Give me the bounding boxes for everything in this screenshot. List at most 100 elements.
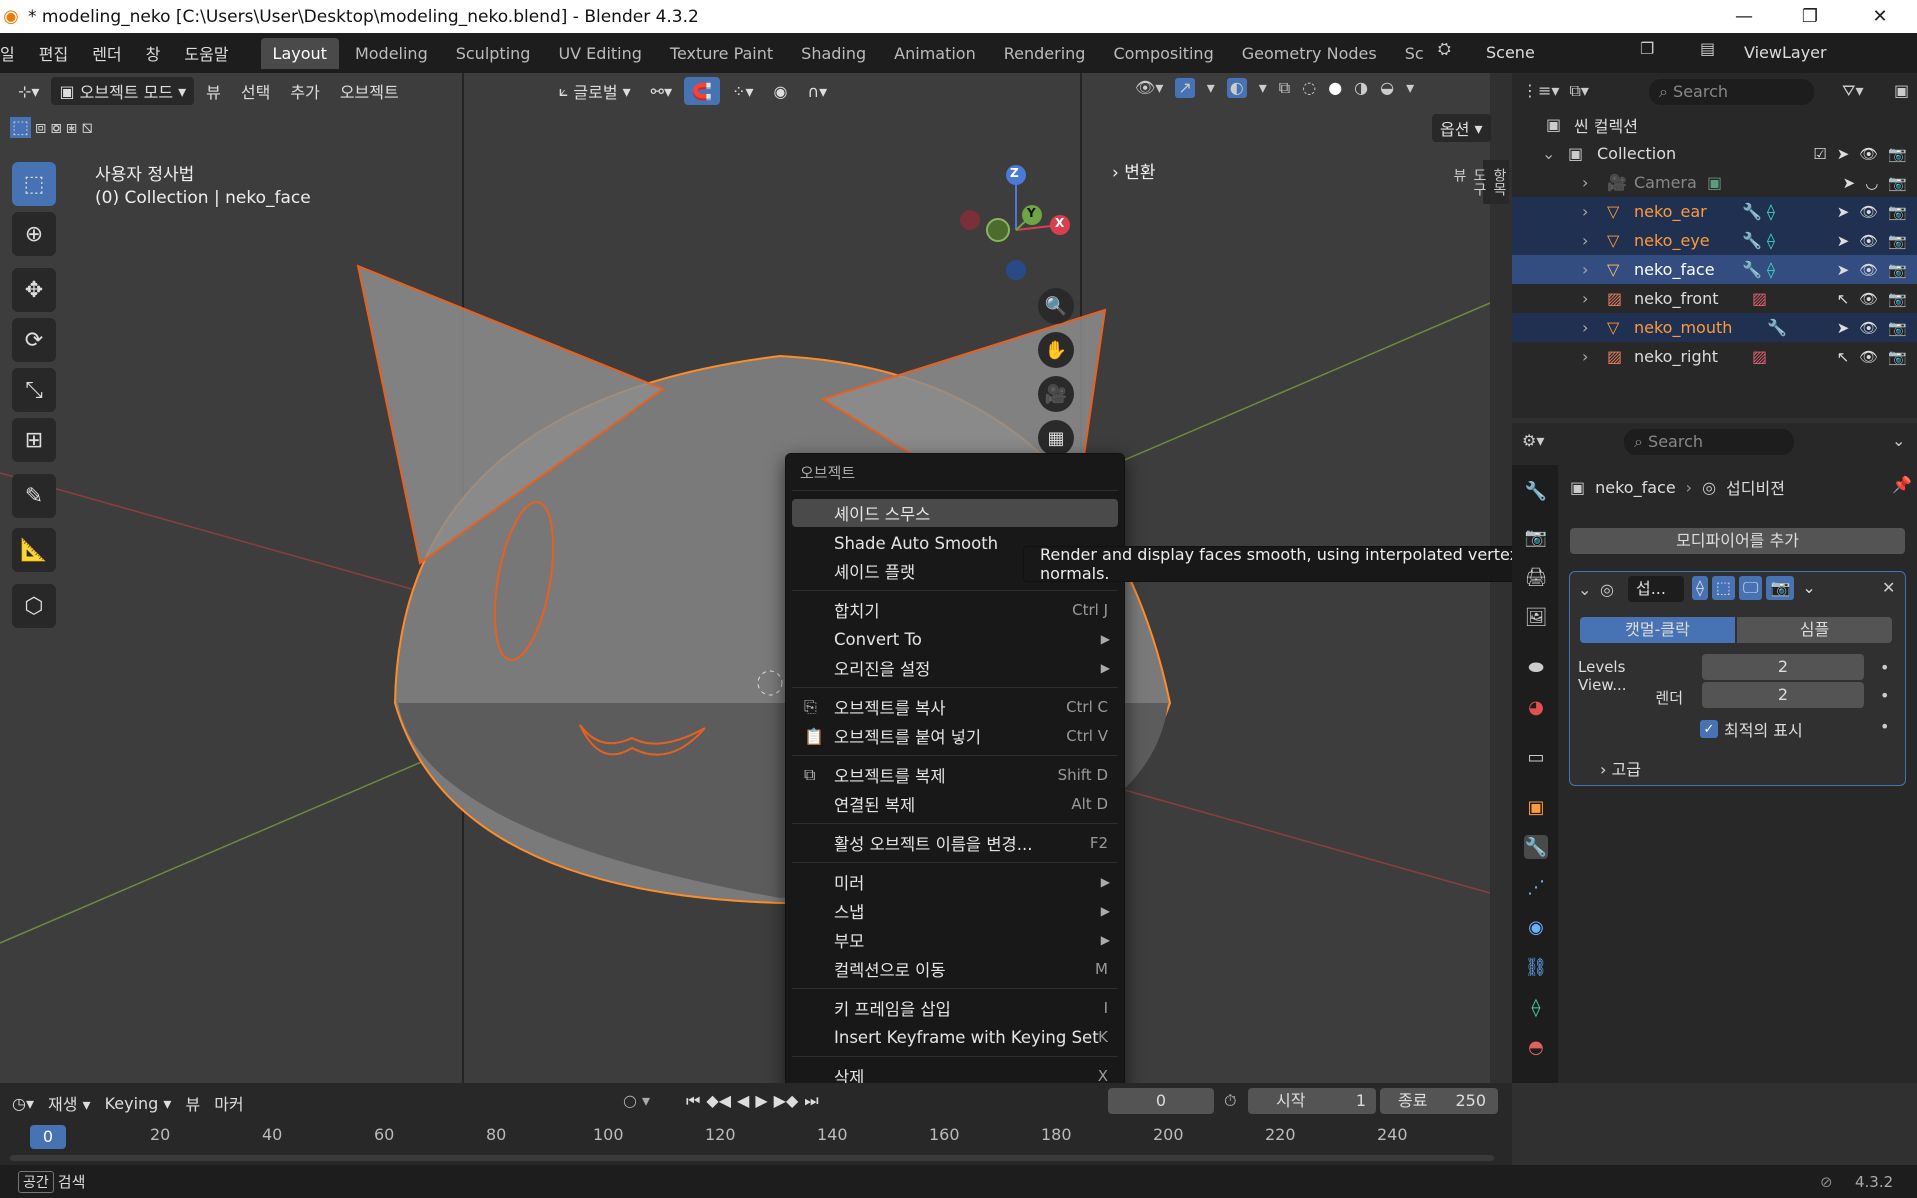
select-new-icon[interactable]: ⬚ xyxy=(10,117,32,138)
sidebar-tab-item[interactable]: 항목 xyxy=(1489,160,1509,204)
eye-icon[interactable]: 👁 xyxy=(1859,261,1878,279)
expand-arrow-icon[interactable]: › xyxy=(1582,289,1588,308)
scale-icon[interactable]: ⤡ xyxy=(12,368,56,412)
tab-rendering[interactable]: Rendering xyxy=(992,38,1098,69)
end-frame-field[interactable]: 종료 250 xyxy=(1380,1088,1498,1114)
expand-arrow-icon[interactable]: › xyxy=(1582,318,1588,337)
menu-select[interactable]: 선택 xyxy=(233,77,278,105)
display-mode-icon[interactable]: ⧉▾ xyxy=(1569,81,1588,101)
view-layer-selector[interactable]: ViewLayer xyxy=(1728,39,1858,67)
add-cube-icon[interactable]: ⬡ xyxy=(12,584,56,628)
expand-arrow-icon[interactable]: › xyxy=(1582,202,1588,221)
menu-help[interactable]: 도움말 xyxy=(172,41,240,65)
add-modifier-button[interactable]: 모디파이어를 추가 xyxy=(1570,528,1905,554)
selectable-icon[interactable]: ↖ xyxy=(1837,290,1850,308)
eye-icon[interactable]: 👁 xyxy=(1859,290,1878,308)
sidebar-tab-tool[interactable]: 도구 xyxy=(1469,160,1489,204)
minimize-button[interactable]: — xyxy=(1714,0,1774,33)
start-frame-field[interactable]: 시작 1 xyxy=(1248,1088,1376,1114)
eye-icon[interactable]: 👁 xyxy=(1859,203,1878,221)
outliner-search-input[interactable]: ⌕ Search xyxy=(1649,79,1814,105)
modifier-name-field[interactable]: 섭... xyxy=(1628,576,1684,602)
menu-edit[interactable]: 편집 xyxy=(27,41,80,65)
timeline-editor-type-icon[interactable]: ◷▾ xyxy=(12,1094,34,1113)
tab-compositing[interactable]: Compositing xyxy=(1101,38,1225,69)
visibility-icon[interactable]: 👁▾ xyxy=(1135,78,1163,98)
render-camera-icon[interactable]: 📷 xyxy=(1888,232,1907,250)
exclude-checkbox-icon[interactable]: ☑ xyxy=(1813,145,1826,163)
properties-editor-type-icon[interactable]: ⚙▾ xyxy=(1522,431,1544,450)
camera-view-icon[interactable]: 🎥 xyxy=(1038,376,1074,412)
tab-scripting[interactable]: Sc xyxy=(1393,38,1436,69)
selectable-icon[interactable]: ➤ xyxy=(1837,261,1850,279)
expand-arrow-icon[interactable]: › xyxy=(1582,231,1588,250)
keyframe-dot-icon[interactable]: • xyxy=(1880,658,1889,677)
keying-menu[interactable]: Keying ▾ xyxy=(105,1094,172,1113)
sidebar-tab-view[interactable]: 뷰 xyxy=(1449,160,1469,204)
select-intersect-icon[interactable]: ⧅ xyxy=(81,117,92,138)
snap-target-icon[interactable]: ⁘▾ xyxy=(724,77,761,105)
selectable-icon[interactable]: ➤ xyxy=(1837,319,1850,337)
menu-window[interactable]: 창 xyxy=(134,41,173,65)
physics-tab-icon[interactable]: ◉ xyxy=(1524,915,1548,939)
editor-type-icon[interactable]: ⊹▾ xyxy=(10,77,47,105)
prev-keyframe-icon[interactable]: ◆◀ xyxy=(706,1091,731,1111)
tool-tab-icon[interactable]: 🔧 xyxy=(1524,479,1548,503)
eye-icon[interactable]: 👁 xyxy=(1859,348,1878,366)
menu-render[interactable]: 렌더 xyxy=(80,41,133,65)
collection-tab-icon[interactable]: ▭ xyxy=(1524,745,1548,769)
eye-icon[interactable]: 👁 xyxy=(1859,319,1878,337)
shading-material-icon[interactable]: ◑ xyxy=(1354,78,1368,98)
tab-layout[interactable]: Layout xyxy=(260,37,339,69)
tab-animation[interactable]: Animation xyxy=(882,38,988,69)
playback-menu[interactable]: 재생 ▾ xyxy=(48,1091,91,1115)
menu-parent[interactable]: 부모 ▶ xyxy=(792,926,1118,954)
advanced-subpanel[interactable]: › 고급 xyxy=(1600,756,1641,780)
levels-viewport-field[interactable]: 2 xyxy=(1702,654,1864,680)
object-mode-select[interactable]: ▣ 오브젝트 모드 ▾ xyxy=(51,77,195,105)
navigation-gizmo[interactable]: Z Y X xyxy=(950,160,1070,290)
options-dropdown[interactable]: 옵션 ▾ xyxy=(1432,114,1491,142)
menu-join[interactable]: 합치기 Ctrl J xyxy=(792,596,1118,624)
snap-toggle-icon[interactable]: 🧲 xyxy=(684,77,721,105)
selectable-icon[interactable]: ↖ xyxy=(1837,348,1850,366)
world-tab-icon[interactable]: ◕ xyxy=(1524,695,1548,719)
properties-search-input[interactable]: ⌕ Search xyxy=(1624,429,1794,455)
transform-orientation-select[interactable]: ⟀ 글로벌 ▾ xyxy=(551,77,639,105)
gizmo-dropdown-icon[interactable]: ▾ xyxy=(1207,78,1215,98)
current-frame-field[interactable]: 0 xyxy=(1108,1088,1214,1114)
menu-mirror[interactable]: 미러 ▶ xyxy=(792,868,1118,896)
overlay-toggle-icon[interactable]: ◐ xyxy=(1226,78,1247,98)
object-tab-icon[interactable]: ▣ xyxy=(1524,795,1548,819)
outliner-item-neko-front[interactable]: › ▨ neko_front ▨ ↖ 👁 📷 xyxy=(1512,284,1917,313)
menu-move-to-collection[interactable]: 컬렉션으로 이동 M xyxy=(792,955,1118,983)
viewport-toggle-icon[interactable]: 🖵 xyxy=(1739,576,1763,600)
pan-hand-icon[interactable]: ✋ xyxy=(1038,332,1074,368)
zoom-icon[interactable]: 🔍 xyxy=(1038,288,1074,324)
expand-arrow-icon[interactable]: › xyxy=(1582,260,1588,279)
properties-dropdown-icon[interactable]: ⌄ xyxy=(1892,431,1905,450)
preview-range-icon[interactable]: ⏱ xyxy=(1224,1091,1236,1111)
tab-texture-paint[interactable]: Texture Paint xyxy=(658,38,785,69)
pivot-point-icon[interactable]: ⚯▾ xyxy=(643,77,680,105)
selectable-icon[interactable]: ➤ xyxy=(1837,203,1850,221)
menu-set-origin[interactable]: 오리진을 설정 ▶ xyxy=(792,654,1118,682)
timeline-view-menu[interactable]: 뷰 xyxy=(185,1091,200,1115)
modifier-tab-icon[interactable]: 🔧 xyxy=(1524,835,1548,859)
render-camera-icon[interactable]: 📷 xyxy=(1888,290,1907,308)
gizmo-toggle-icon[interactable]: ↗ xyxy=(1175,78,1195,98)
annotate-icon[interactable]: ✎ xyxy=(12,474,56,518)
outliner-item-neko-right[interactable]: › ▨ neko_right ▨ ↖ 👁 📷 xyxy=(1512,342,1917,371)
data-tab-icon[interactable]: ⟠ xyxy=(1524,995,1548,1019)
rotate-icon[interactable]: ⟳ xyxy=(12,318,56,362)
xray-toggle-icon[interactable]: ⧉ xyxy=(1279,78,1290,98)
render-camera-icon[interactable]: 📷 xyxy=(1888,203,1907,221)
particles-tab-icon[interactable]: ⋰ xyxy=(1524,875,1548,899)
eye-icon[interactable]: 👁 xyxy=(1859,232,1878,250)
menu-view[interactable]: 뷰 xyxy=(198,77,229,105)
collapse-arrow-icon[interactable]: ⌄ xyxy=(1542,144,1555,163)
selectable-icon[interactable]: ➤ xyxy=(1837,232,1850,250)
view-layer-tab-icon[interactable]: 🖼 xyxy=(1524,605,1548,629)
move-icon[interactable]: ✥ xyxy=(12,268,56,312)
eye-icon[interactable]: 👁 xyxy=(1859,145,1878,163)
